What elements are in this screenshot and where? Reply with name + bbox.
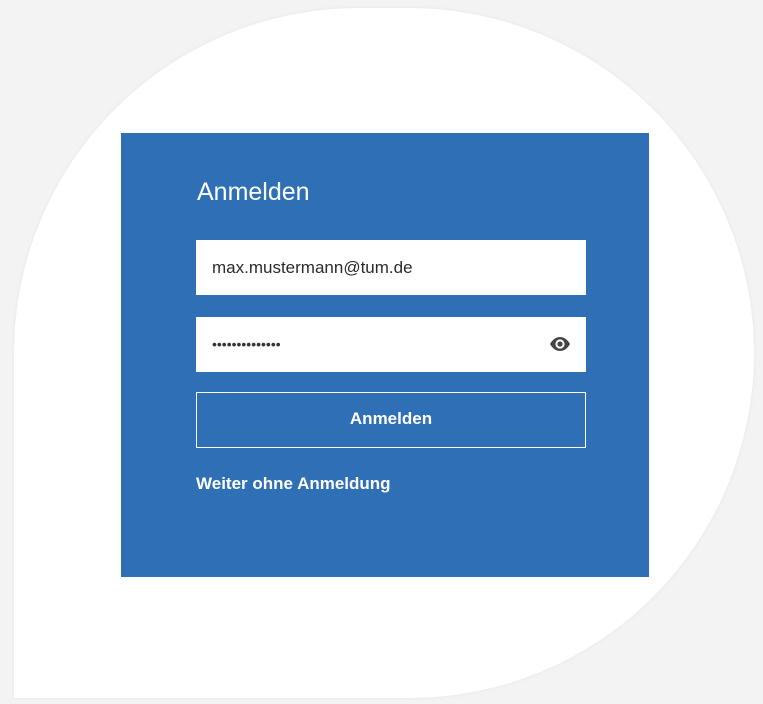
- password-value: ••••••••••••••: [212, 336, 281, 352]
- login-panel: Anmelden max.mustermann@tum.de •••••••••…: [121, 133, 649, 577]
- eye-icon[interactable]: [549, 335, 571, 353]
- continue-without-login-link[interactable]: Weiter ohne Anmeldung: [196, 473, 391, 495]
- submit-button[interactable]: Anmelden: [196, 392, 586, 448]
- password-field[interactable]: ••••••••••••••: [196, 317, 586, 372]
- email-value: max.mustermann@tum.de: [212, 258, 413, 277]
- email-field[interactable]: max.mustermann@tum.de: [196, 240, 586, 295]
- login-title: Anmelden: [197, 178, 310, 206]
